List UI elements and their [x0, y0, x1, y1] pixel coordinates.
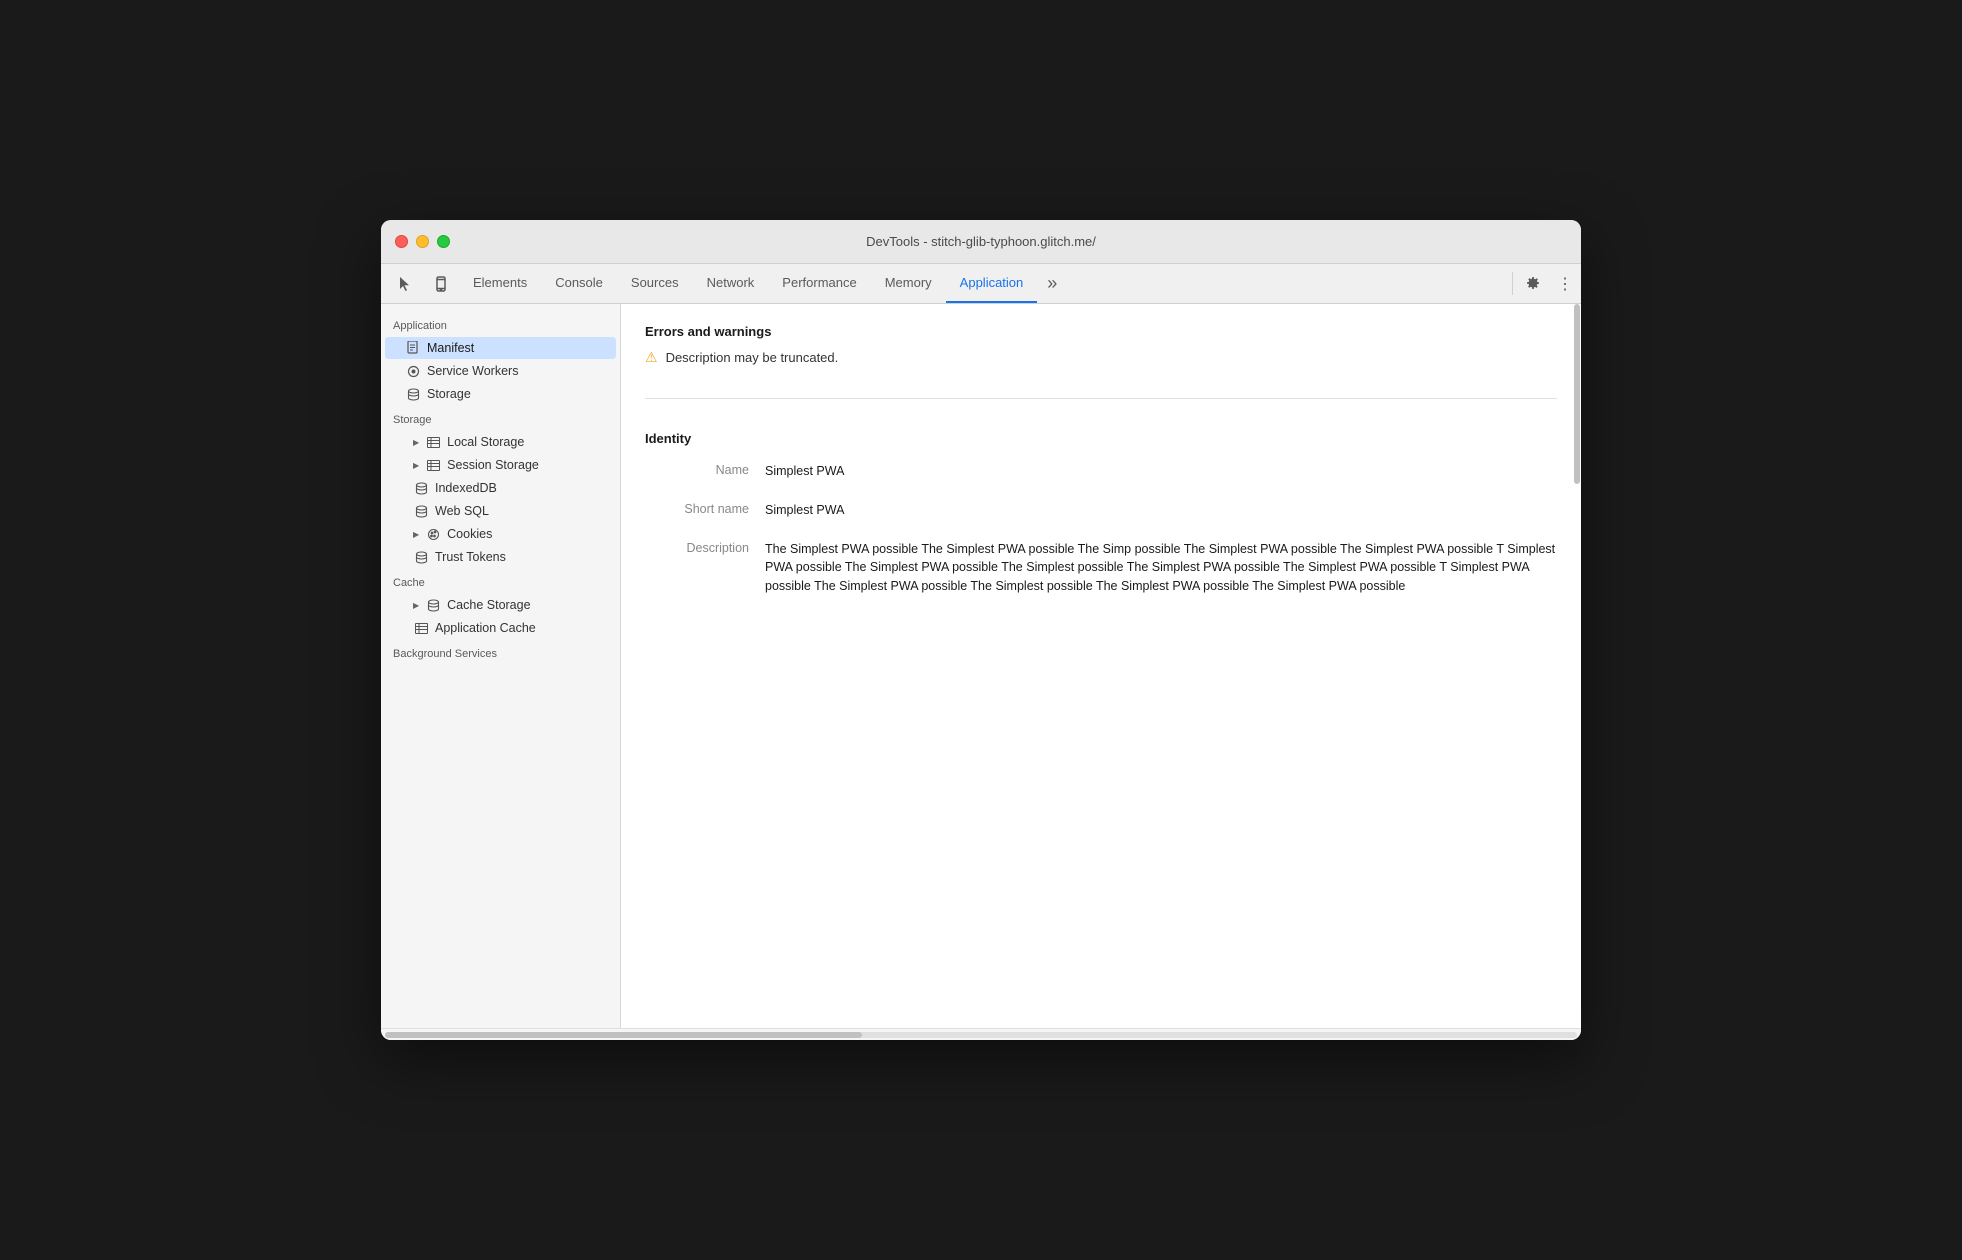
main-panel: Errors and warnings ⚠ Description may be… [621, 304, 1581, 1028]
scrollbar-thumb[interactable] [1574, 304, 1580, 484]
sidebar-item-application-cache[interactable]: Application Cache [385, 617, 616, 639]
cache-storage-arrow: ▶ [413, 601, 419, 610]
sidebar-item-manifest[interactable]: Manifest [385, 337, 616, 359]
indexeddb-icon [413, 482, 429, 495]
sidebar-section-application: Application [381, 312, 620, 336]
sidebar-item-service-workers[interactable]: Service Workers [385, 360, 616, 382]
sidebar-item-cache-storage[interactable]: ▶ Cache Storage [385, 594, 616, 616]
session-storage-label: Session Storage [447, 458, 539, 472]
identity-value-name: Simplest PWA [765, 462, 1557, 481]
errors-section: Errors and warnings ⚠ Description may be… [645, 324, 1557, 382]
identity-value-short-name: Simplest PWA [765, 501, 1557, 520]
title-bar: DevTools - stitch-glib-typhoon.glitch.me… [381, 220, 1581, 264]
sidebar-item-local-storage[interactable]: ▶ Local Storage [385, 431, 616, 453]
manifest-label: Manifest [427, 341, 474, 355]
tab-elements[interactable]: Elements [459, 264, 541, 303]
warning-icon: ⚠ [645, 349, 658, 366]
sidebar-item-indexeddb[interactable]: IndexedDB [385, 477, 616, 499]
warning-text: Description may be truncated. [666, 350, 839, 365]
sidebar-section-storage: Storage [381, 406, 620, 430]
tab-performance[interactable]: Performance [768, 264, 870, 303]
devtools-body: Application Manifest [381, 304, 1581, 1028]
divider-1 [645, 398, 1557, 399]
horizontal-scrollbar-thumb[interactable] [385, 1032, 862, 1038]
tab-memory[interactable]: Memory [871, 264, 946, 303]
identity-label-name: Name [645, 462, 765, 477]
identity-title: Identity [645, 431, 1557, 446]
warning-row: ⚠ Description may be truncated. [645, 349, 1557, 366]
identity-row-description: Description The Simplest PWA possible Th… [645, 540, 1557, 596]
sidebar-section-cache: Cache [381, 569, 620, 593]
manifest-icon [405, 341, 421, 355]
settings-icon[interactable] [1517, 264, 1549, 303]
trust-tokens-label: Trust Tokens [435, 550, 506, 564]
tab-sources[interactable]: Sources [617, 264, 693, 303]
application-cache-label: Application Cache [435, 621, 536, 635]
cookies-icon [425, 528, 441, 541]
sidebar-item-session-storage[interactable]: ▶ Session Storage [385, 454, 616, 476]
vertical-scrollbar[interactable] [1573, 304, 1581, 1028]
tab-network[interactable]: Network [693, 264, 769, 303]
application-cache-icon [413, 623, 429, 634]
panel-content: Errors and warnings ⚠ Description may be… [621, 304, 1581, 652]
identity-value-description: The Simplest PWA possible The Simplest P… [765, 540, 1557, 596]
mobile-icon[interactable] [423, 264, 459, 303]
local-storage-label: Local Storage [447, 435, 524, 449]
identity-section: Identity Name Simplest PWA Short name Si… [645, 415, 1557, 632]
minimize-button[interactable] [416, 235, 429, 248]
indexeddb-label: IndexedDB [435, 481, 497, 495]
errors-title: Errors and warnings [645, 324, 1557, 339]
more-options-icon[interactable]: ⋮ [1549, 264, 1581, 303]
local-storage-icon [425, 437, 441, 448]
cursor-icon[interactable] [387, 264, 423, 303]
identity-row-name: Name Simplest PWA [645, 462, 1557, 481]
tab-application[interactable]: Application [946, 264, 1038, 303]
sidebar-section-background: Background Services [381, 640, 620, 664]
devtools-tabbar: Elements Console Sources Network Perform… [381, 264, 1581, 304]
session-storage-arrow: ▶ [413, 461, 419, 470]
sidebar-item-cookies[interactable]: ▶ Cookies [385, 523, 616, 545]
session-storage-icon [425, 460, 441, 471]
service-workers-icon [405, 365, 421, 378]
identity-row-short-name: Short name Simplest PWA [645, 501, 1557, 520]
cookies-arrow: ▶ [413, 530, 419, 539]
trust-tokens-icon [413, 551, 429, 564]
storage-icon [405, 388, 421, 401]
web-sql-label: Web SQL [435, 504, 489, 518]
toolbar-separator [1512, 272, 1513, 295]
horizontal-scrollbar-track [385, 1032, 1577, 1038]
identity-label-description: Description [645, 540, 765, 555]
identity-label-short-name: Short name [645, 501, 765, 516]
devtools-window: DevTools - stitch-glib-typhoon.glitch.me… [381, 220, 1581, 1040]
storage-label: Storage [427, 387, 471, 401]
sidebar-item-trust-tokens[interactable]: Trust Tokens [385, 546, 616, 568]
maximize-button[interactable] [437, 235, 450, 248]
tab-console[interactable]: Console [541, 264, 617, 303]
sidebar-item-storage[interactable]: Storage [385, 383, 616, 405]
horizontal-scrollbar[interactable] [381, 1028, 1581, 1040]
window-title: DevTools - stitch-glib-typhoon.glitch.me… [866, 234, 1096, 249]
service-workers-label: Service Workers [427, 364, 518, 378]
local-storage-arrow: ▶ [413, 438, 419, 447]
more-tabs-button[interactable]: » [1037, 264, 1067, 303]
web-sql-icon [413, 505, 429, 518]
sidebar-item-web-sql[interactable]: Web SQL [385, 500, 616, 522]
close-button[interactable] [395, 235, 408, 248]
cache-storage-label: Cache Storage [447, 598, 530, 612]
cookies-label: Cookies [447, 527, 492, 541]
sidebar: Application Manifest [381, 304, 621, 1028]
traffic-lights [395, 235, 450, 248]
cache-storage-icon [425, 599, 441, 612]
